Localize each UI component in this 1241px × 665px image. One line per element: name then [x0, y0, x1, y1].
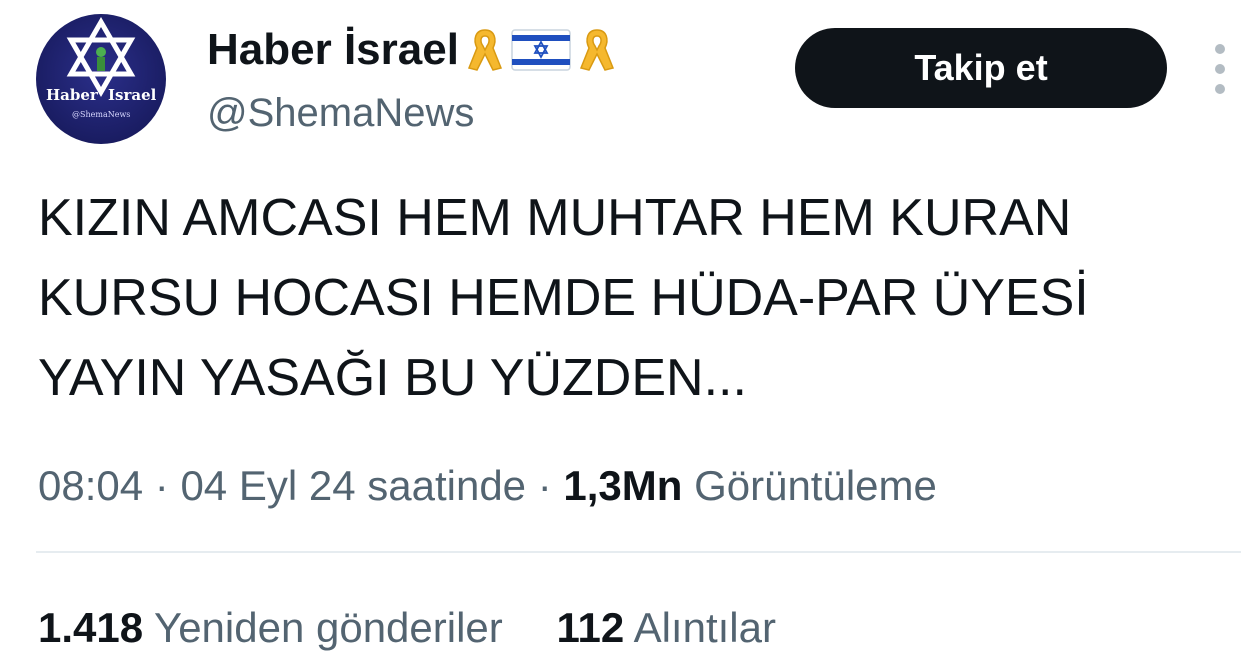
reposts-label: Yeniden gönderiler: [154, 604, 503, 651]
quotes-stat[interactable]: 112 Alıntılar: [556, 604, 776, 651]
yellow-ribbon-icon: [577, 24, 617, 76]
tweet-meta: 08:04 · 04 Eyl 24 saatinde · 1,3Mn Görün…: [38, 458, 937, 514]
more-vertical-icon[interactable]: [1206, 44, 1234, 94]
avatar[interactable]: Haber Israel @ShemaNews: [36, 14, 166, 144]
tweet-stats: 1.418 Yeniden gönderiler 112 Alıntılar: [38, 600, 776, 656]
quotes-count: 112: [556, 604, 625, 651]
figure-icon: [96, 47, 106, 57]
quotes-label: Alıntılar: [633, 604, 776, 651]
follow-button-label: Takip et: [914, 47, 1048, 88]
avatar-logo: Haber Israel @ShemaNews: [46, 16, 157, 119]
display-name-row[interactable]: Haber İsrael: [207, 22, 617, 78]
reposts-count: 1.418: [38, 604, 144, 651]
meta-separator: ·: [537, 462, 552, 509]
display-name[interactable]: Haber İsrael: [207, 22, 459, 78]
tweet-time[interactable]: 08:04: [38, 462, 143, 509]
israel-flag-icon: [511, 24, 571, 76]
user-handle[interactable]: @ShemaNews: [207, 88, 474, 138]
avatar-text-israel: Israel: [108, 86, 157, 104]
tweet-date[interactable]: 04 Eyl 24 saatinde: [180, 462, 526, 509]
follow-button[interactable]: Takip et: [795, 28, 1167, 108]
reposts-stat[interactable]: 1.418 Yeniden gönderiler: [38, 604, 514, 651]
divider: [36, 551, 1241, 553]
tweet-line: KURSU HOCASI HEMDE HÜDA-PAR ÜYESİ: [38, 269, 1089, 327]
views-label: Görüntüleme: [694, 462, 937, 509]
yellow-ribbon-icon: [465, 24, 505, 76]
tweet-line: KIZIN AMCASI HEM MUHTAR HEM KURAN: [38, 189, 1072, 247]
tweet-text: KIZIN AMCASI HEM MUHTAR HEM KURAN KURSU …: [38, 178, 1228, 418]
views-count: 1,3Mn: [563, 462, 683, 509]
meta-separator: ·: [154, 462, 169, 509]
avatar-text-handle: @ShemaNews: [72, 110, 130, 119]
avatar-text-haber: Haber: [46, 86, 99, 104]
tweet-line: YAYIN YASAĞI BU YÜZDEN...: [38, 349, 747, 407]
